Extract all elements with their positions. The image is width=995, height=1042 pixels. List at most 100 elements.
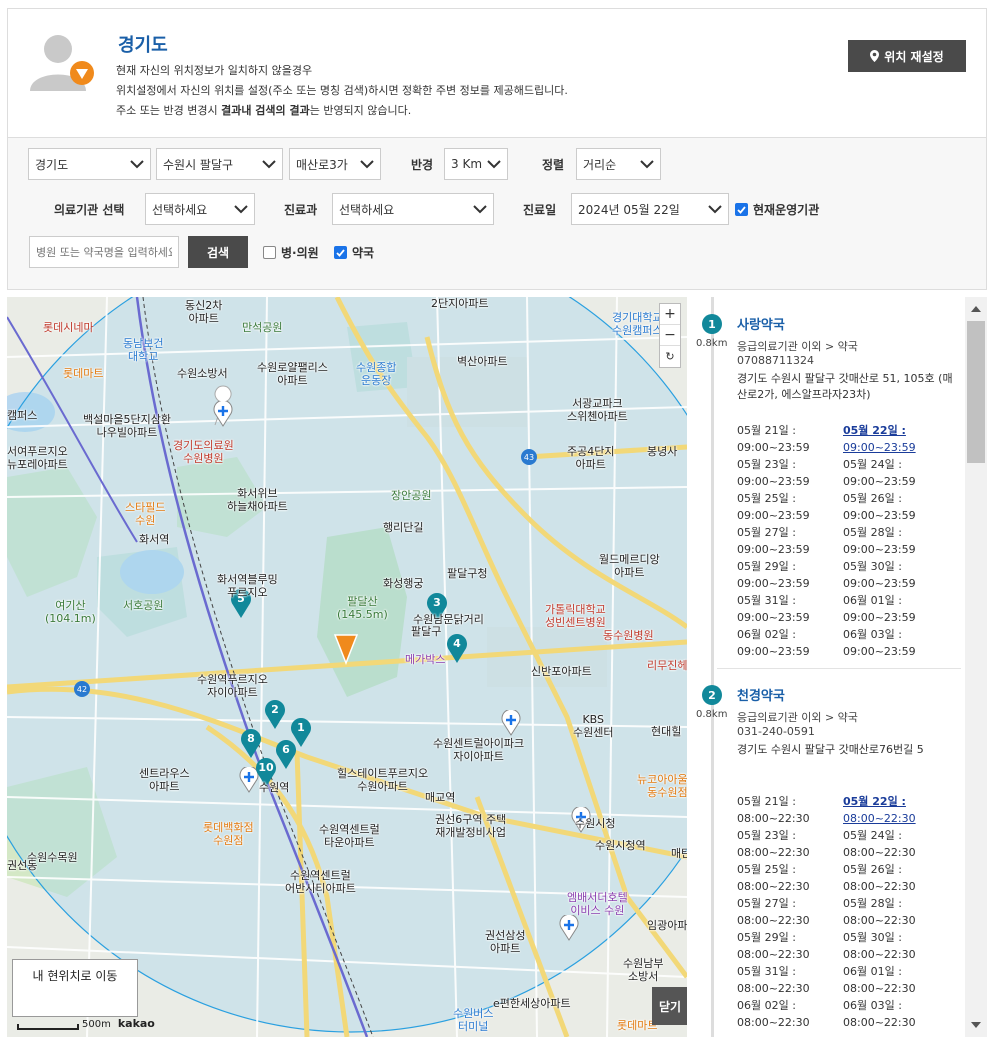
scroll-thumb[interactable] [967, 321, 985, 463]
hours-time: 09:00~23:59 [843, 543, 916, 556]
map-label: 팔달구 [411, 625, 442, 638]
hours-day: 06월 02일 : [737, 999, 796, 1012]
map-label: 권선동 [7, 859, 38, 872]
map-label: 매탄 [671, 847, 687, 860]
map-close-button[interactable]: 닫기 [652, 987, 687, 1025]
search-input[interactable] [29, 236, 179, 268]
hours-day: 05월 21일 : [737, 424, 796, 437]
hours-time: 09:00~23:59 [737, 645, 810, 658]
pharmacy-list[interactable]: 1 0.8km 사랑약국 응급의료기관 이외 > 약국 07088711324 … [695, 297, 987, 1037]
pharmacy-name[interactable]: 사랑약국 [737, 314, 785, 333]
pharmacy-item[interactable]: 1 0.8km 사랑약국 응급의료기관 이외 > 약국 07088711324 … [695, 314, 963, 659]
map-label: 권선6구역 주택 재개발정비사업 [435, 813, 507, 839]
map-label: 수원역센트럴 어반시티아파트 [285, 869, 356, 895]
map-label: 화성행궁 [383, 577, 424, 590]
map-label: 매교역 [425, 791, 456, 804]
zoom-in-button[interactable]: + [660, 304, 680, 325]
hours-day: 05월 31일 : [737, 965, 796, 978]
pharmacy-item[interactable]: 2 0.8km 천경약국 응급의료기관 이외 > 약국 031-240-0591… [695, 685, 963, 1035]
map-label: 수원시청 [575, 817, 616, 830]
map-label: 동남보건 대학교 [123, 337, 164, 363]
map-label: 봉녕사 [647, 445, 678, 458]
pharmacy-checkbox[interactable]: 약국 [334, 244, 374, 261]
date-select[interactable]: 2024년 05월 22일 [571, 193, 729, 225]
location-reset-button[interactable]: 위치 재설정 [848, 40, 966, 72]
chevron-down-icon [130, 160, 144, 169]
pharmacy-marker[interactable]: 4 [446, 634, 468, 664]
map-label: 리무진헤어 [647, 659, 687, 672]
hours-day: 06월 03일 : [843, 999, 902, 1012]
map-label: e편한세상아파트 [493, 997, 571, 1010]
map-label: 수원종합 운동장 [356, 361, 397, 387]
map-label: 임광아파트 [647, 919, 687, 932]
map-label: 2단지아파트 [431, 297, 489, 310]
scroll-down-icon[interactable] [971, 1022, 981, 1028]
hours-day: 05월 25일 : [737, 863, 796, 876]
map-label: 수원역 [259, 781, 290, 794]
hours-day: 05월 21일 : [737, 795, 796, 808]
map-label: 수원시청역 [595, 839, 646, 852]
list-scrollbar[interactable] [965, 297, 987, 1037]
hours-day: 05월 24일 : [843, 829, 902, 842]
map-label: 화서역 [139, 533, 170, 546]
my-location-button[interactable]: 내 현위치로 이동 [12, 959, 138, 1017]
hours-time: 08:00~22:30 [737, 812, 810, 825]
hours-day: 05월 26일 : [843, 863, 902, 876]
hours-day: 05월 30일 : [843, 560, 902, 573]
sort-select[interactable]: 거리순 [576, 148, 661, 180]
map-label: 힐스테이트푸르지오 수원아파트 [337, 767, 429, 793]
map-view[interactable]: 43 42 1 2 3 4 5 6 8 10 동신2차 아파트 만석공원 롯데시네… [7, 297, 687, 1037]
map-label: 경기도의료원 수원병원 [173, 439, 234, 465]
hours-time: 09:00~23:59 [737, 475, 810, 488]
hospital-cross-icon[interactable] [559, 915, 579, 941]
department-label: 진료과 [284, 203, 318, 217]
map-label: 서호공원 [123, 599, 164, 612]
hospital-cross-icon[interactable] [501, 710, 521, 736]
zoom-control[interactable]: + − ↻ [659, 303, 681, 368]
hours-time: 09:00~23:59 [737, 543, 810, 556]
pharmacy-phone: 07088711324 [737, 354, 814, 367]
hours-day: 05월 25일 : [737, 492, 796, 505]
map-label: 롯데시네마 [43, 321, 94, 334]
department-select[interactable]: 선택하세요 [332, 193, 494, 225]
map-label: 센트라우스 아파트 [139, 767, 190, 793]
institution-select[interactable]: 선택하세요 [145, 193, 255, 225]
hours-day: 06월 01일 : [843, 965, 902, 978]
refresh-icon[interactable]: ↻ [660, 346, 680, 367]
hospital-cross-icon[interactable] [213, 401, 233, 427]
map-label: 화서역블루밍 푸르지오 [217, 573, 278, 599]
map-label: 권선삼성 아파트 [485, 929, 526, 955]
hours-time: 08:00~22:30 [843, 914, 916, 927]
radius-label: 반경 [411, 158, 434, 172]
hours-time: 08:00~22:30 [737, 982, 810, 995]
chevron-down-icon [708, 205, 722, 214]
map-label: 현대힐 [651, 725, 682, 738]
pharmacy-distance: 0.8km [696, 709, 728, 720]
zoom-out-button[interactable]: − [660, 325, 680, 346]
map-label: 팔달산 (145.5m) [337, 595, 388, 621]
search-button[interactable]: 검색 [188, 236, 248, 268]
pharmacy-name[interactable]: 천경약국 [737, 685, 785, 704]
pharmacy-marker[interactable]: 8 [240, 729, 262, 759]
city-select[interactable]: 수원시 팔달구 [156, 148, 283, 180]
map-label: 주공4단지 아파트 [567, 445, 615, 471]
hours-day: 05월 31일 : [737, 594, 796, 607]
chevron-down-icon [640, 160, 654, 169]
road-select[interactable]: 매산로3가 [289, 148, 381, 180]
radius-select[interactable]: 3 Km [444, 148, 508, 180]
hours-time: 08:00~22:30 [737, 948, 810, 961]
scroll-up-icon[interactable] [971, 306, 981, 312]
hours-time: 08:00~22:30 [843, 982, 916, 995]
open-now-checkbox[interactable]: 현재운영기관 [735, 201, 819, 218]
hospital-checkbox[interactable]: 병·의원 [263, 244, 319, 261]
hours-day: 05월 24일 : [843, 458, 902, 471]
pharmacy-marker[interactable]: 6 [275, 740, 297, 770]
province-select[interactable]: 경기도 [28, 148, 151, 180]
hours-time: 09:00~23:59 [843, 441, 916, 454]
sort-label: 정렬 [542, 158, 565, 172]
map-label: 벽산아파트 [457, 355, 508, 368]
pharmacy-marker[interactable]: 2 [264, 700, 286, 730]
filter-panel: 경기도 수원시 팔달구 매산로3가 반경 3 Km 정렬 거리순 의료기관 선택… [7, 137, 987, 290]
map-label: 스타필드 수원 [125, 501, 166, 527]
location-title: 경기도 [118, 35, 168, 56]
